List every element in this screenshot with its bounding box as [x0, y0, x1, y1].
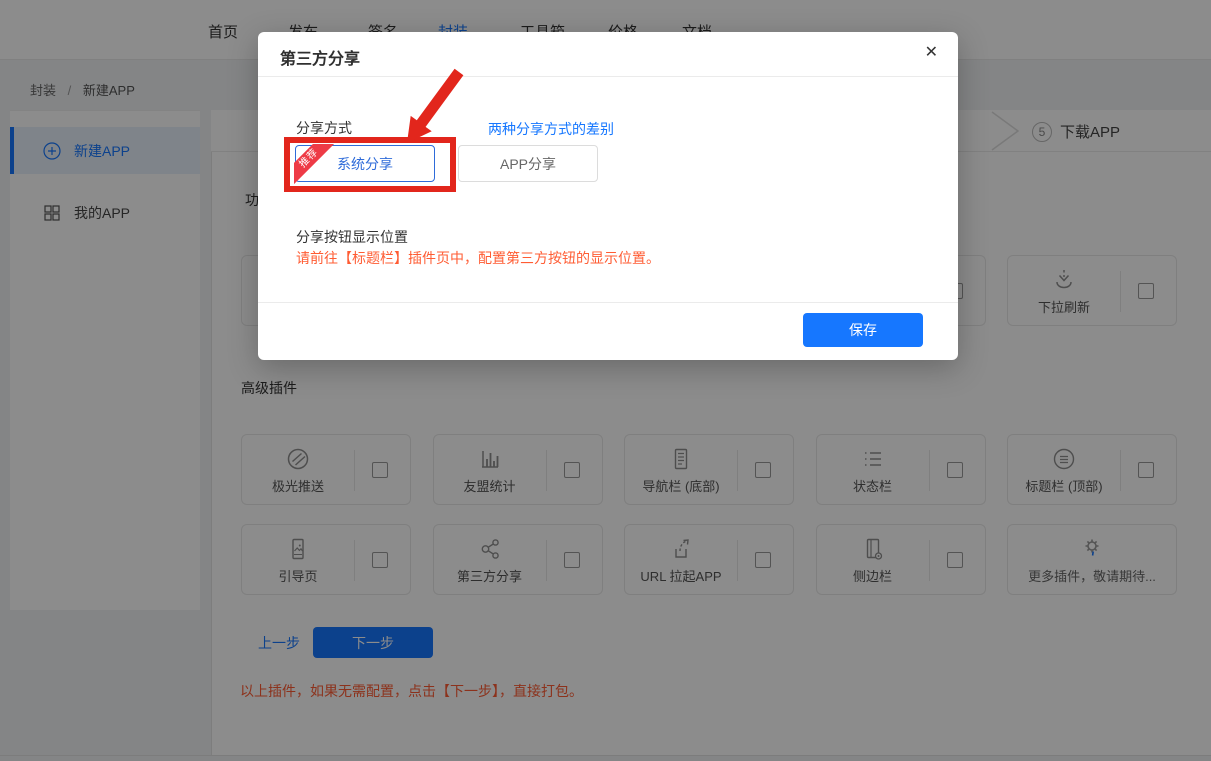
- share-mode-diff-link[interactable]: 两种分享方式的差别: [488, 119, 600, 139]
- page: 首页 发布 签名 封装 工具箱 价格 文档 封装 / 新建APP 新建APP 我…: [0, 0, 1211, 761]
- save-button[interactable]: 保存: [803, 313, 923, 347]
- app-share-option[interactable]: APP分享: [458, 145, 598, 182]
- share-button-position-hint: 请前往【标题栏】插件页中，配置第三方按钮的显示位置。: [296, 248, 660, 268]
- modal-footer-divider: [258, 302, 958, 303]
- app-share-label: APP分享: [500, 156, 556, 172]
- share-mode-label: 分享方式: [296, 118, 352, 138]
- recommend-ribbon-label: 推荐: [294, 144, 338, 188]
- recommend-ribbon: 推荐: [294, 144, 338, 188]
- modal-title: 第三方分享: [280, 45, 360, 69]
- system-share-label: 系统分享: [337, 156, 393, 172]
- third-party-share-modal: 第三方分享 ✕ 分享方式 两种分享方式的差别 系统分享 推荐 APP分享 分享按…: [258, 32, 958, 360]
- share-button-position-label: 分享按钮显示位置: [296, 227, 408, 247]
- close-icon[interactable]: ✕: [925, 45, 938, 61]
- modal-header: 第三方分享 ✕: [258, 32, 958, 77]
- system-share-option[interactable]: 系统分享 推荐: [295, 145, 435, 182]
